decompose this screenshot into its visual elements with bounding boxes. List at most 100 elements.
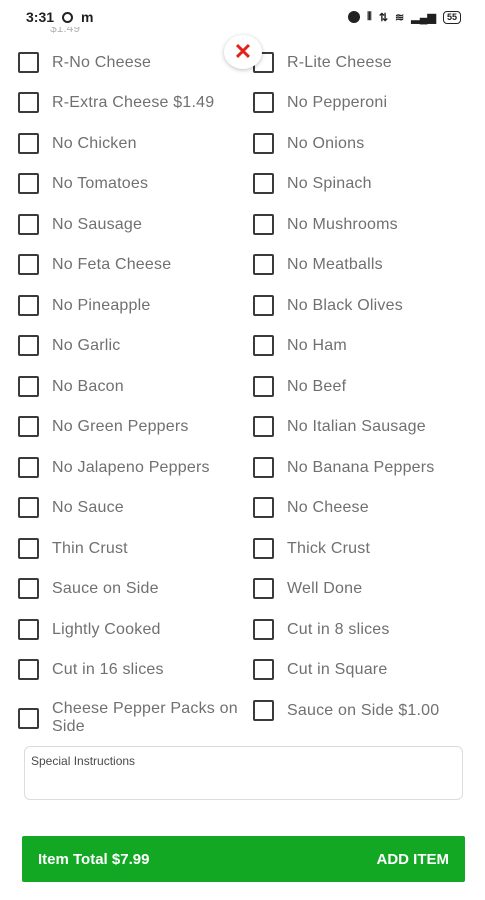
checkbox[interactable] <box>253 92 274 113</box>
item-total: Item Total $7.99 <box>38 850 150 868</box>
checkbox[interactable] <box>253 497 274 518</box>
option-item[interactable]: No Jalapeno Peppers <box>18 457 240 478</box>
option-item[interactable]: Thin Crust <box>18 538 240 559</box>
option-item[interactable]: No Chicken <box>18 133 240 154</box>
status-right: ⦀ ⇅ ≋ ▂▄▆ 55 <box>347 10 461 24</box>
checkbox[interactable] <box>253 700 274 721</box>
option-label: No Spinach <box>287 174 372 192</box>
option-label: Cut in 16 slices <box>52 660 164 678</box>
option-item[interactable]: Cut in 16 slices <box>18 659 240 680</box>
option-item[interactable]: No Cheese <box>253 497 475 518</box>
option-label: Cut in 8 slices <box>287 620 390 638</box>
add-item-button[interactable]: Item Total $7.99 ADD ITEM <box>22 836 465 882</box>
option-item[interactable]: Well Done <box>253 578 475 599</box>
special-instructions-field[interactable]: Special Instructions <box>24 746 463 800</box>
checkbox[interactable] <box>253 416 274 437</box>
option-item[interactable]: R-Lite Cheese <box>253 52 475 73</box>
checkbox[interactable] <box>253 133 274 154</box>
option-item[interactable]: No Banana Peppers <box>253 457 475 478</box>
option-item[interactable]: Lightly Cooked <box>18 619 240 640</box>
option-item[interactable]: No Italian Sausage <box>253 416 475 437</box>
checkbox[interactable] <box>18 707 39 729</box>
add-item-label: ADD ITEM <box>376 850 450 868</box>
option-item[interactable]: No Sausage <box>18 214 240 235</box>
option-label: No Sausage <box>52 215 143 233</box>
checkbox[interactable] <box>18 619 39 640</box>
data-icon: ⇅ <box>378 11 389 24</box>
checkbox[interactable] <box>253 376 274 397</box>
checkbox[interactable] <box>253 619 274 640</box>
option-item[interactable]: No Bacon <box>18 376 240 397</box>
option-item[interactable]: Sauce on Side <box>18 578 240 599</box>
option-item[interactable]: No Meatballs <box>253 254 475 275</box>
checkbox[interactable] <box>18 133 39 154</box>
checkbox[interactable] <box>18 538 39 559</box>
option-item[interactable]: No Sauce <box>18 497 240 518</box>
checkbox[interactable] <box>18 214 39 235</box>
checkbox[interactable] <box>18 376 39 397</box>
checkbox[interactable] <box>18 659 39 680</box>
checkbox[interactable] <box>18 92 39 113</box>
checkbox[interactable] <box>253 295 274 316</box>
option-label: Thin Crust <box>52 539 128 557</box>
checkbox[interactable] <box>18 416 39 437</box>
option-item[interactable]: Cut in Square <box>253 659 475 680</box>
checkbox[interactable] <box>253 214 274 235</box>
checkbox[interactable] <box>253 335 274 356</box>
checkbox[interactable] <box>18 497 39 518</box>
checkbox[interactable] <box>253 538 274 559</box>
checkbox[interactable] <box>253 457 274 478</box>
checkbox[interactable] <box>18 52 39 73</box>
status-left: 3:31 m <box>26 9 93 25</box>
option-item[interactable]: No Onions <box>253 133 475 154</box>
option-label: No Italian Sausage <box>287 417 426 435</box>
option-label: No Mushrooms <box>287 215 398 233</box>
option-label: Lightly Cooked <box>52 620 161 638</box>
option-item[interactable]: No Pepperoni <box>253 92 475 113</box>
option-item[interactable]: R-Extra Cheese $1.49 <box>18 92 240 113</box>
option-label: No Sauce <box>52 498 124 516</box>
option-item[interactable]: No Pineapple <box>18 295 240 316</box>
checkbox[interactable] <box>18 254 39 275</box>
option-label: No Onions <box>287 134 365 152</box>
close-button[interactable]: ✕ <box>224 35 262 69</box>
option-item[interactable]: No Mushrooms <box>253 214 475 235</box>
battery-icon: 55 <box>442 10 461 24</box>
option-label: Sauce on Side <box>52 579 159 597</box>
option-item[interactable]: No Black Olives <box>253 295 475 316</box>
option-item[interactable]: R-No Cheese <box>18 52 240 73</box>
cut-off-price: $1.49 <box>50 27 81 35</box>
option-label: No Black Olives <box>287 296 403 314</box>
option-item[interactable]: Cheese Pepper Packs on Side <box>18 700 240 736</box>
option-item[interactable]: Thick Crust <box>253 538 475 559</box>
vibrate-icon: ⦀ <box>366 10 372 23</box>
checkbox[interactable] <box>253 254 274 275</box>
option-label: No Banana Peppers <box>287 458 435 476</box>
checkbox[interactable] <box>18 457 39 478</box>
option-label: No Pineapple <box>52 296 151 314</box>
option-label: R-Lite Cheese <box>287 53 392 71</box>
option-label: No Bacon <box>52 377 124 395</box>
option-item[interactable]: No Tomatoes <box>18 173 240 194</box>
checkbox[interactable] <box>18 295 39 316</box>
option-item[interactable]: Sauce on Side $1.00 <box>253 700 475 721</box>
option-item[interactable]: No Spinach <box>253 173 475 194</box>
checkbox[interactable] <box>18 335 39 356</box>
option-item[interactable]: No Ham <box>253 335 475 356</box>
option-label: No Cheese <box>287 498 369 516</box>
special-instructions-label: Special Instructions <box>31 754 136 768</box>
checkbox[interactable] <box>18 173 39 194</box>
checkbox[interactable] <box>253 659 274 680</box>
option-item[interactable]: No Feta Cheese <box>18 254 240 275</box>
checkbox[interactable] <box>18 578 39 599</box>
option-label: Cheese Pepper Packs on Side <box>52 700 238 735</box>
option-item[interactable]: No Garlic <box>18 335 240 356</box>
checkbox[interactable] <box>253 578 274 599</box>
option-item[interactable]: No Beef <box>253 376 475 397</box>
checkbox[interactable] <box>253 173 274 194</box>
option-label: No Chicken <box>52 134 137 152</box>
option-item[interactable]: Cut in 8 slices <box>253 619 475 640</box>
option-label: Well Done <box>287 579 363 597</box>
option-label: R-No Cheese <box>52 53 152 71</box>
option-item[interactable]: No Green Peppers <box>18 416 240 437</box>
